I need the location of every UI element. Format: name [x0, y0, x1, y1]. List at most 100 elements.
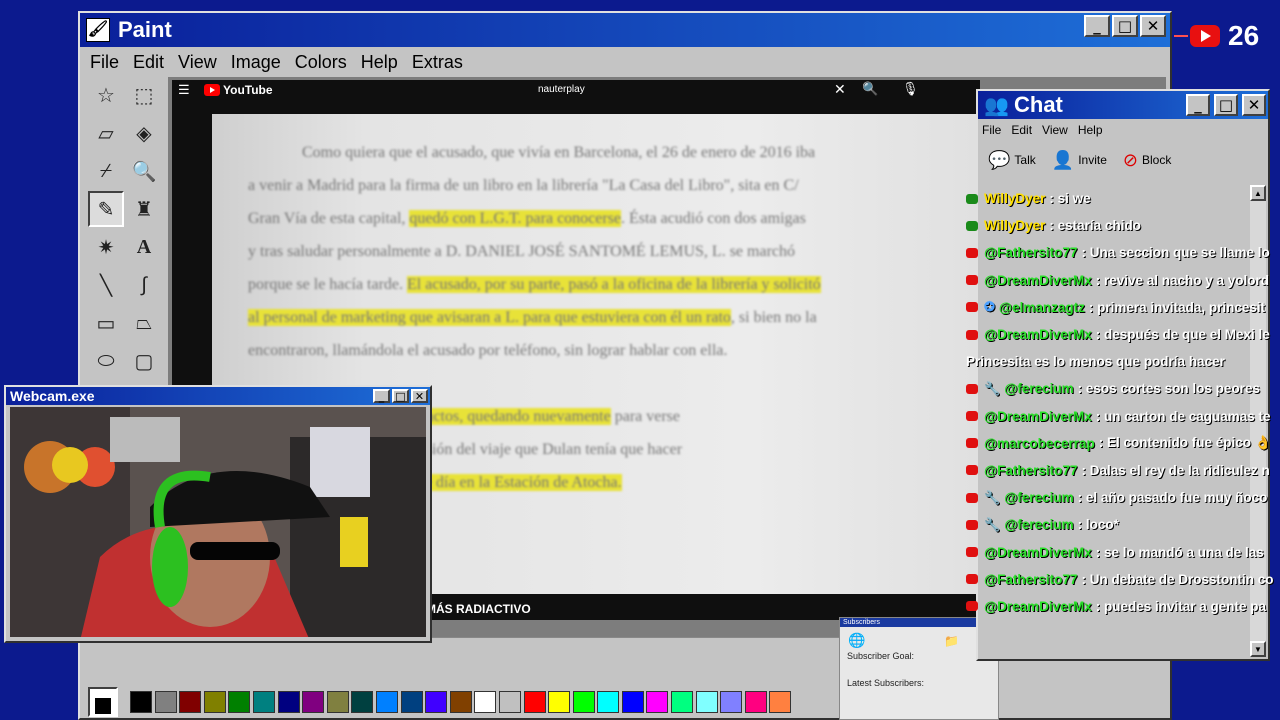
menu-colors[interactable]: Colors [295, 52, 347, 73]
chat-username[interactable]: @marcobecerrap [984, 436, 1095, 451]
doc-text: . Ésta acudió con dos amigas [621, 210, 806, 227]
palette-swatch[interactable] [203, 691, 226, 713]
palette-swatch[interactable] [425, 691, 448, 713]
chat-username[interactable]: WillyDyer [984, 191, 1045, 206]
chat-username[interactable]: @DreamDiverMx [984, 545, 1092, 560]
chat-text: : se lo mandó a una de las [1095, 544, 1264, 560]
latest-subscribers-label: Latest Subscribers: [847, 678, 925, 688]
youtube-platform-icon [966, 329, 978, 340]
palette-swatch[interactable] [400, 691, 423, 713]
chat-menu-edit[interactable]: Edit [1011, 123, 1032, 137]
scroll-down-icon[interactable]: ▼ [1250, 641, 1266, 657]
webcam-maximize-button[interactable]: □ [392, 389, 409, 403]
menu-help[interactable]: Help [361, 52, 398, 73]
pencil-icon[interactable]: ✎ [88, 191, 124, 227]
current-colors[interactable] [88, 687, 118, 717]
doc-line: Gran Vía de esta capital, quedó con L.G.… [248, 202, 944, 235]
palette-swatch[interactable] [769, 691, 792, 713]
rect-select-icon[interactable]: ⬚ [126, 77, 162, 113]
menu-view[interactable]: View [178, 52, 217, 73]
palette-swatch[interactable] [474, 691, 497, 713]
menu-extras[interactable]: Extras [412, 52, 463, 73]
chat-username[interactable]: @ferecium [1004, 517, 1073, 532]
chat-username[interactable]: @DreamDiverMx [984, 599, 1092, 614]
palette-swatch[interactable] [671, 691, 694, 713]
eraser-icon[interactable]: ▱ [88, 115, 124, 151]
magnifier-icon[interactable]: 🔍 [126, 153, 162, 189]
palette-swatch[interactable] [548, 691, 571, 713]
chat-username[interactable]: @ferecium [1004, 381, 1073, 396]
ellipse-icon[interactable]: ⬭ [88, 343, 124, 379]
subscriber-counter: 26 [1174, 20, 1259, 52]
chat-maximize-button[interactable]: □ [1214, 94, 1238, 116]
chat-username[interactable]: @Fathersito77 [984, 245, 1077, 260]
chat-username[interactable]: @elmanzagtz [999, 300, 1085, 315]
palette-swatch[interactable] [179, 691, 202, 713]
chat-username[interactable]: @DreamDiverMx [984, 273, 1092, 288]
webcam-minimize-button[interactable]: _ [373, 389, 390, 403]
line-icon[interactable]: ╲ [88, 267, 124, 303]
palette-swatch[interactable] [597, 691, 620, 713]
palette-swatch[interactable] [720, 691, 743, 713]
clear-search-icon[interactable]: ✕ [834, 81, 846, 98]
menu-edit[interactable]: Edit [133, 52, 164, 73]
palette-swatch[interactable] [302, 691, 325, 713]
minimize-button[interactable]: _ [1084, 15, 1110, 37]
chat-username[interactable]: @DreamDiverMx [984, 409, 1092, 424]
youtube-logo[interactable]: YouTube [204, 83, 273, 97]
palette-swatch[interactable] [523, 691, 546, 713]
invite-label: Invite [1078, 153, 1107, 167]
palette-swatch[interactable] [572, 691, 595, 713]
youtube-platform-icon [966, 383, 978, 394]
menu-icon[interactable]: ☰ [178, 82, 190, 98]
palette-swatch[interactable] [695, 691, 718, 713]
palette-swatch[interactable] [326, 691, 349, 713]
block-button[interactable]: ⊘ Block [1123, 150, 1171, 171]
search-input[interactable]: nauterplay [538, 84, 585, 95]
palette-swatch[interactable] [744, 691, 767, 713]
polygon-icon[interactable]: ⏢ [126, 305, 162, 341]
curve-icon[interactable]: ∫ [126, 267, 162, 303]
palette-swatch[interactable] [375, 691, 398, 713]
chat-username[interactable]: @Fathersito77 [984, 572, 1077, 587]
free-select-icon[interactable]: ☆ [88, 77, 124, 113]
palette-swatch[interactable] [228, 691, 251, 713]
chat-menu-file[interactable]: File [982, 123, 1001, 137]
menu-image[interactable]: Image [231, 52, 281, 73]
webcam-close-button[interactable]: ✕ [411, 389, 428, 403]
webcam-video [10, 407, 426, 637]
microphone-icon[interactable]: 🎙 [902, 81, 919, 97]
chat-menu-view[interactable]: View [1042, 123, 1068, 137]
brush-icon[interactable]: ♜ [126, 191, 162, 227]
palette-swatch[interactable] [449, 691, 472, 713]
rounded-rect-icon[interactable]: ▢ [126, 343, 162, 379]
palette-swatch[interactable] [130, 691, 152, 713]
color-picker-icon[interactable]: ⌿ [88, 153, 124, 189]
palette-swatch[interactable] [252, 691, 275, 713]
chat-username[interactable]: WillyDyer [984, 218, 1045, 233]
chat-username[interactable]: @DreamDiverMx [984, 327, 1092, 342]
palette-swatch[interactable] [154, 691, 177, 713]
airbrush-icon[interactable]: ✷ [88, 229, 124, 265]
palette-swatch[interactable] [277, 691, 300, 713]
invite-button[interactable]: 👤 Invite [1052, 150, 1107, 171]
chat-close-button[interactable]: ✕ [1242, 94, 1266, 116]
palette-swatch[interactable] [498, 691, 521, 713]
doc-text: , si bien no la [730, 309, 817, 326]
rectangle-icon[interactable]: ▭ [88, 305, 124, 341]
text-tool-icon[interactable]: A [126, 229, 162, 265]
palette-swatch[interactable] [351, 691, 374, 713]
chat-username[interactable]: @Fathersito77 [984, 463, 1077, 478]
maximize-button[interactable]: □ [1112, 15, 1138, 37]
folder-icon: 📁 [944, 634, 959, 648]
chat-menu-help[interactable]: Help [1078, 123, 1103, 137]
menu-file[interactable]: File [90, 52, 119, 73]
search-icon[interactable]: 🔍 [862, 81, 878, 97]
palette-swatch[interactable] [646, 691, 669, 713]
palette-swatch[interactable] [621, 691, 644, 713]
close-button[interactable]: ✕ [1140, 15, 1166, 37]
chat-username[interactable]: @ferecium [1004, 490, 1073, 505]
talk-button[interactable]: 💬 Talk [988, 150, 1036, 171]
chat-minimize-button[interactable]: _ [1186, 94, 1210, 116]
fill-bucket-icon[interactable]: ◈ [126, 115, 162, 151]
